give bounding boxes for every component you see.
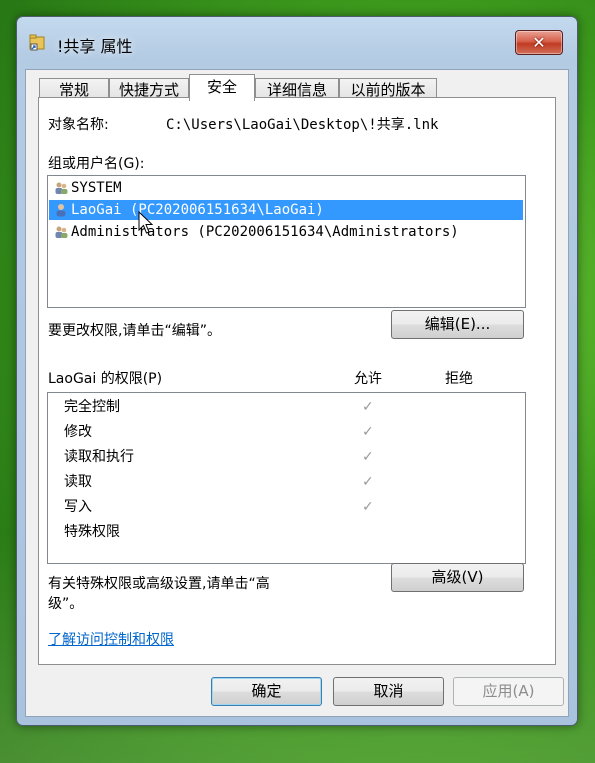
group-item-label: Administrators (PC202006151634\Administr… <box>71 224 459 240</box>
cancel-button[interactable]: 取消 <box>333 677 444 706</box>
advanced-hint-line2: 级”。 <box>48 596 84 612</box>
permission-name: 完全控制 <box>64 399 120 415</box>
edit-button[interactable]: 编辑(E)... <box>391 310 524 339</box>
close-icon: ✕ <box>532 33 546 52</box>
group-item-laogai[interactable]: LaoGai (PC202006151634\LaoGai) <box>49 200 523 220</box>
close-button[interactable]: ✕ <box>515 30 563 55</box>
allow-check-icon: ✓ <box>362 424 374 440</box>
permission-name: 写入 <box>64 499 92 515</box>
permission-row-modify: 修改 ✓ <box>64 420 524 445</box>
group-item-label: LaoGai (PC202006151634\LaoGai) <box>71 202 324 218</box>
dialog-client-area: 常规 快捷方式 安全 详细信息 以前的版本 对象名称: C:\Users\Lao… <box>25 69 569 717</box>
object-name-label: 对象名称: <box>48 117 109 133</box>
mouse-pointer-icon <box>138 211 154 234</box>
security-tab-panel: 对象名称: C:\Users\LaoGai\Desktop\!共享.lnk 组或… <box>38 97 556 665</box>
group-item-system[interactable]: SYSTEM <box>49 178 523 198</box>
users-group-icon <box>55 226 68 238</box>
permission-row-read: 读取 ✓ <box>64 470 524 495</box>
advanced-hint-line1: 有关特殊权限或高级设置,请单击“高 <box>48 576 270 592</box>
groups-label: 组或用户名(G): <box>48 156 145 172</box>
permissions-label: LaoGai 的权限(P) <box>48 371 163 387</box>
permissions-list[interactable]: 完全控制 ✓ 修改 ✓ 读取和执行 ✓ 读取 ✓ 写入 ✓ 特殊权限 <box>47 392 526 564</box>
allow-column-header: 允许 <box>354 371 382 387</box>
permission-row-read-execute: 读取和执行 ✓ <box>64 445 524 470</box>
groups-listbox[interactable]: SYSTEM LaoGai (PC202006151634\LaoGai) Ad… <box>47 175 526 308</box>
apply-button[interactable]: 应用(A) <box>453 677 564 706</box>
object-name-value: C:\Users\LaoGai\Desktop\!共享.lnk <box>166 117 439 133</box>
tab-security[interactable]: 安全 <box>189 74 255 101</box>
allow-check-icon: ✓ <box>362 474 374 490</box>
users-group-icon <box>55 182 68 194</box>
user-icon <box>56 204 66 217</box>
allow-check-icon: ✓ <box>362 399 374 415</box>
change-permissions-hint: 要更改权限,请单击“编辑”。 <box>48 323 221 339</box>
group-item-label: SYSTEM <box>71 180 122 196</box>
deny-column-header: 拒绝 <box>445 371 473 387</box>
allow-check-icon: ✓ <box>362 449 374 465</box>
permission-row-full-control: 完全控制 ✓ <box>64 395 524 420</box>
permission-name: 特殊权限 <box>64 524 120 540</box>
allow-check-icon: ✓ <box>362 499 374 515</box>
advanced-button[interactable]: 高级(V) <box>391 563 524 592</box>
permission-row-write: 写入 ✓ <box>64 495 524 520</box>
permission-name: 读取 <box>64 474 92 490</box>
properties-dialog: !共享 属性 ✕ 常规 快捷方式 安全 详细信息 以前的版本 对象名称: C:\… <box>16 16 578 726</box>
ok-button[interactable]: 确定 <box>211 677 322 706</box>
folder-shortcut-icon <box>29 34 45 51</box>
permission-name: 修改 <box>64 424 92 440</box>
permission-name: 读取和执行 <box>64 449 134 465</box>
group-item-administrators[interactable]: Administrators (PC202006151634\Administr… <box>49 222 523 242</box>
access-control-help-link[interactable]: 了解访问控制和权限 <box>48 629 174 649</box>
title-bar[interactable]: !共享 属性 ✕ <box>17 17 577 63</box>
permission-row-special: 特殊权限 <box>64 520 524 545</box>
window-title: !共享 属性 <box>57 37 133 56</box>
